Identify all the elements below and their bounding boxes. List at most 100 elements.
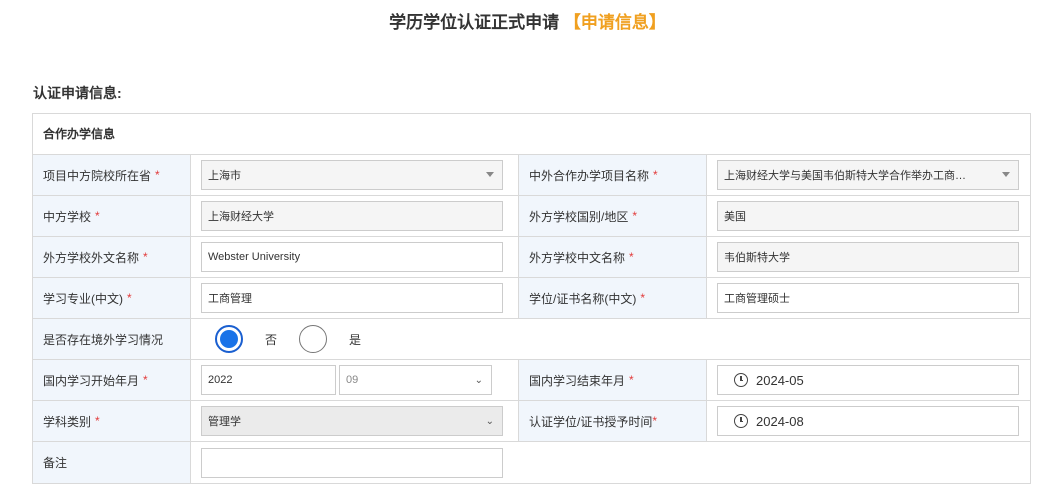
end-date-cell: 2024-05 (707, 360, 1030, 400)
remark-cell (191, 442, 1002, 483)
start-month-value: 09 (346, 374, 359, 386)
project-name-label: 中外合作办学项目名称 * (519, 155, 707, 195)
subject-select[interactable]: 管理学 ⌄ (201, 406, 503, 436)
end-date-picker[interactable]: 2024-05 (717, 365, 1019, 395)
subject-label: 学科类别 * (33, 401, 191, 441)
page-title-text: 学历学位认证正式申请 (389, 13, 560, 32)
province-select[interactable]: 上海市 (201, 160, 503, 190)
project-name-select[interactable]: 上海财经大学与美国韦伯斯特大学合作举办工商… (717, 160, 1019, 190)
degree-name-value: 工商管理硕士 (724, 293, 790, 305)
section-label: 认证申请信息: (33, 85, 122, 101)
foreign-country-cell: 美国 (707, 196, 1030, 236)
subject-cell: 管理学 ⌄ (191, 401, 519, 441)
overseas-study-label-text: 是否存在境外学习情况 (43, 332, 164, 347)
foreign-name-en-value: Webster University (208, 251, 301, 263)
project-name-select-value: 上海财经大学与美国韦伯斯特大学合作举办工商… (724, 170, 966, 182)
required-mark: * (652, 414, 658, 428)
cn-school-field[interactable]: 上海财经大学 (201, 201, 503, 231)
province-label-text: 项目中方院校所在省 (43, 168, 152, 183)
foreign-name-cn-value: 韦伯斯特大学 (724, 252, 790, 264)
form-row: 中方学校 * 上海财经大学 外方学校国别/地区 * 美国 (33, 196, 1030, 237)
award-date-label: 认证学位/证书授予时间 * (519, 401, 707, 441)
foreign-name-en-cell: Webster University (191, 237, 519, 277)
cn-school-label: 中方学校 * (33, 196, 191, 236)
province-label: 项目中方院校所在省 * (33, 155, 191, 195)
degree-name-label: 学位/证书名称(中文) * (519, 278, 707, 318)
required-mark: * (640, 291, 645, 305)
required-mark: * (629, 373, 634, 387)
award-date-value: 2024-08 (756, 413, 804, 429)
cn-school-value: 上海财经大学 (208, 211, 274, 223)
foreign-name-cn-label-text: 外方学校中文名称 (529, 250, 626, 265)
required-mark: * (95, 414, 100, 428)
form-row: 是否存在境外学习情况 否 是 (33, 319, 1030, 360)
province-cell: 上海市 (191, 155, 519, 195)
foreign-country-field[interactable]: 美国 (717, 201, 1019, 231)
degree-name-label-text: 学位/证书名称(中文) (529, 291, 637, 306)
degree-name-cell: 工商管理硕士 (707, 278, 1030, 318)
end-date-label: 国内学习结束年月 * (519, 360, 707, 400)
subject-label-text: 学科类别 (43, 414, 92, 429)
foreign-name-en-label: 外方学校外文名称 * (33, 237, 191, 277)
chevron-down-icon: ⌄ (474, 375, 483, 386)
foreign-name-cn-cell: 韦伯斯特大学 (707, 237, 1030, 277)
foreign-name-en-label-text: 外方学校外文名称 (43, 250, 140, 265)
required-mark: * (143, 373, 148, 387)
foreign-country-value: 美国 (724, 211, 746, 223)
foreign-country-label-text: 外方学校国别/地区 (529, 209, 629, 224)
foreign-name-cn-field[interactable]: 韦伯斯特大学 (717, 242, 1019, 272)
form-row: 外方学校外文名称 * Webster University 外方学校中文名称 * 韦… (33, 237, 1030, 278)
required-mark: * (143, 250, 148, 264)
start-date-label-text: 国内学习开始年月 (43, 373, 140, 388)
end-date-label-text: 国内学习结束年月 (529, 373, 626, 388)
radio-yes[interactable] (299, 325, 328, 353)
start-year-input[interactable]: 2022 (201, 365, 336, 395)
radio-no[interactable] (215, 325, 243, 353)
panel-title: 合作办学信息 (33, 114, 1030, 155)
required-mark: * (632, 209, 638, 223)
radio-no-label: 否 (265, 332, 278, 347)
major-input[interactable]: 工商管理 (201, 283, 503, 313)
project-name-cell: 上海财经大学与美国韦伯斯特大学合作举办工商… (707, 155, 1030, 195)
page-title-highlight: 【申请信息】 (563, 13, 666, 32)
remark-label: 备注 (33, 442, 191, 483)
remark-label-text: 备注 (43, 456, 68, 470)
start-month-select[interactable]: 09 ⌄ (339, 365, 492, 395)
clock-icon (734, 373, 748, 387)
start-date-label: 国内学习开始年月 * (33, 360, 191, 400)
major-cell: 工商管理 (191, 278, 519, 318)
foreign-name-cn-label: 外方学校中文名称 * (519, 237, 707, 277)
form-row: 学习专业(中文) * 工商管理 学位/证书名称(中文) * 工商管理硕士 (33, 278, 1030, 319)
award-date-picker[interactable]: 2024-08 (717, 406, 1019, 436)
clock-icon (734, 414, 748, 428)
required-mark: * (127, 291, 132, 305)
cn-school-cell: 上海财经大学 (191, 196, 519, 236)
required-mark: * (155, 168, 160, 182)
award-date-cell: 2024-08 (707, 401, 1030, 441)
chevron-down-icon: ⌄ (485, 416, 494, 427)
award-date-label-text: 认证学位/证书授予时间 (529, 414, 653, 429)
end-date-value: 2024-05 (756, 372, 804, 388)
major-label: 学习专业(中文) * (33, 278, 191, 318)
start-date-cell: 2022 09 ⌄ (191, 360, 519, 400)
overseas-study-cell: 否 是 (191, 319, 1002, 359)
form-row: 项目中方院校所在省 * 上海市 中外合作办学项目名称 * 上海财经大学与美国韦伯斯特… (33, 155, 1030, 196)
required-mark: * (653, 168, 658, 182)
foreign-name-en-input[interactable]: Webster University (201, 242, 503, 272)
caret-down-icon (1002, 172, 1010, 177)
start-year-value: 2022 (208, 374, 233, 386)
major-label-text: 学习专业(中文) (43, 291, 123, 306)
required-mark: * (629, 250, 634, 264)
subject-select-value: 管理学 (208, 416, 241, 428)
province-select-value: 上海市 (208, 170, 241, 182)
form-row: 学科类别 * 管理学 ⌄ 认证学位/证书授予时间 * 2024-08 (33, 401, 1030, 442)
remark-input[interactable] (201, 447, 503, 478)
project-name-label-text: 中外合作办学项目名称 (529, 168, 650, 183)
degree-name-input[interactable]: 工商管理硕士 (717, 283, 1019, 313)
form-row: 备注 (33, 442, 1030, 483)
cooperation-panel: 合作办学信息 项目中方院校所在省 * 上海市 中外合作办学项目名称 * 上海财经大学… (32, 113, 1031, 484)
major-value: 工商管理 (208, 293, 252, 305)
foreign-country-label: 外方学校国别/地区 * (519, 196, 707, 236)
cn-school-label-text: 中方学校 (43, 209, 92, 224)
caret-down-icon (486, 172, 494, 177)
